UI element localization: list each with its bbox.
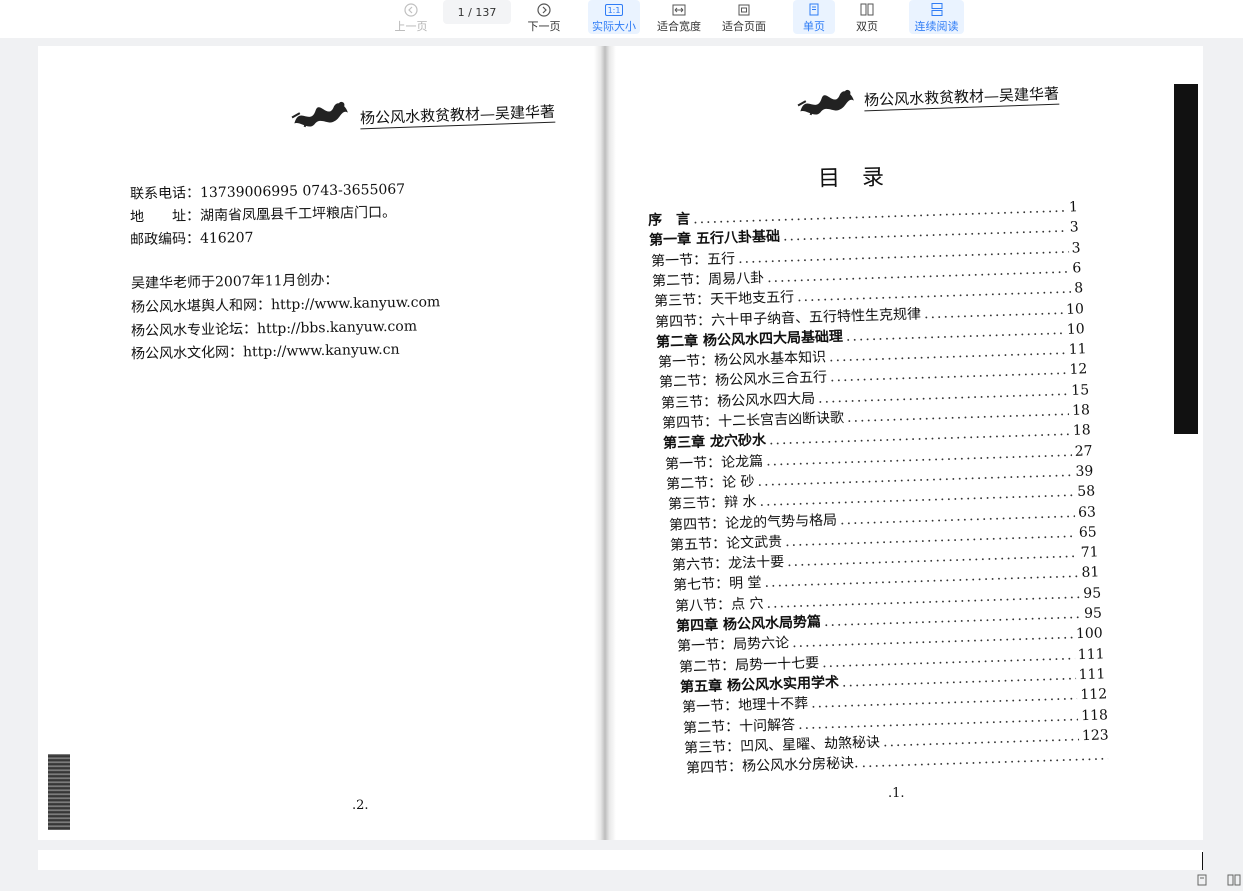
- toc-entry-page: 12: [1069, 361, 1088, 379]
- toc-entry-page: 100: [1076, 625, 1104, 643]
- contact-line: 邮政编码：416207: [129, 229, 254, 249]
- single-page-view-toggle[interactable]: [1195, 873, 1209, 887]
- fit-width-button[interactable]: 适合宽度: [654, 0, 704, 34]
- dragon-logo-icon: [289, 94, 353, 137]
- single-page-label: 单页: [803, 20, 825, 33]
- toc-entry-label: 第七节：明 堂: [673, 575, 762, 595]
- toc-entry-page: 39: [1075, 463, 1094, 480]
- toc-entry-label: 第二节：论 砂: [666, 473, 755, 493]
- actual-size-label: 实际大小: [592, 20, 636, 33]
- double-page-label: 双页: [856, 20, 878, 33]
- prev-page-button[interactable]: 上一页: [392, 0, 430, 34]
- right-page-number: .1.: [888, 786, 905, 801]
- toc-entry-page: 123: [1082, 727, 1110, 744]
- actual-size-button[interactable]: 1:1 实际大小: [588, 0, 640, 34]
- toc-entry-page: 63: [1077, 503, 1097, 521]
- dragon-logo-icon: [795, 82, 859, 125]
- next-page-button[interactable]: 下一页: [525, 0, 563, 34]
- viewer-toolbar: 上一页 1 / 137 下一页 1:1 实际大小 适合宽度 适合页面 单页 双页…: [0, 0, 1243, 38]
- single-page-icon: [1197, 874, 1207, 886]
- single-page-button[interactable]: 单页: [793, 0, 835, 34]
- toc-entry-label: 第二节：十问解答: [682, 716, 796, 737]
- toc-entry-page: 118: [1080, 706, 1109, 724]
- actual-size-icon-text: 1:1: [607, 5, 621, 15]
- info-line: 吴建华老师于2007年11月创办：: [130, 272, 339, 292]
- continuous-reading-button[interactable]: 连续阅读: [909, 0, 964, 34]
- continuous-reading-icon: [929, 3, 945, 16]
- toc-entry-page: 15: [1070, 381, 1089, 399]
- left-page-number: .2.: [352, 798, 369, 813]
- chevron-left-circle-icon: [403, 2, 419, 17]
- double-page-icon: [859, 3, 875, 16]
- toc-entry-page: 65: [1079, 524, 1098, 541]
- toc-entry-page: 27: [1074, 442, 1093, 460]
- toc-entry-page: 58: [1076, 483, 1095, 501]
- toc-entry-label: 第一节：五行: [650, 250, 736, 270]
- double-page-view-toggle[interactable]: [1227, 873, 1241, 887]
- scan-corner-noise: [48, 754, 70, 830]
- toc-title: 目 录: [817, 165, 885, 192]
- fit-width-label: 适合宽度: [657, 20, 701, 33]
- toc-entry-label: 序 言: [647, 211, 691, 229]
- double-page-button[interactable]: 双页: [846, 0, 888, 34]
- next-spread-preview: [38, 850, 1203, 872]
- toc-entry-page: 10: [1067, 321, 1086, 338]
- toc-entry-page: 6: [1072, 260, 1082, 277]
- toc-entry-label: 第八节：点 穴: [674, 595, 764, 615]
- toc-entry-page: 71: [1080, 544, 1099, 561]
- toc-entry-page: 95: [1083, 605, 1103, 622]
- toc-entry-page: 81: [1081, 564, 1100, 582]
- fit-width-icon: [671, 3, 687, 16]
- toc-entry-page: 1: [1068, 199, 1079, 216]
- fit-page-button[interactable]: 适合页面: [719, 0, 769, 34]
- toc-entry-page: 18: [1073, 422, 1092, 440]
- toc-entry-label: 第一节：地理十不葬: [681, 695, 808, 716]
- next-page-label: 下一页: [527, 20, 561, 33]
- toc-entry-page: 18: [1071, 402, 1091, 419]
- toc-entry-page: 95: [1082, 584, 1101, 602]
- scan-edge-shadow: [1174, 84, 1198, 434]
- toc-entry-label: 第三章 龙穴砂水: [663, 432, 767, 453]
- toc-entry-page: 111: [1078, 666, 1106, 684]
- toc-entry-page: 3: [1071, 239, 1081, 257]
- book-spine-shadow: [594, 46, 616, 840]
- prev-page-label: 上一页: [394, 20, 428, 33]
- fit-page-label: 适合页面: [722, 20, 766, 33]
- double-page-icon: [1227, 874, 1241, 886]
- toc-entry-page: 11: [1068, 341, 1087, 358]
- actual-size-icon: 1:1: [605, 4, 623, 16]
- toc-entry-page: 111: [1077, 645, 1105, 663]
- single-page-icon: [806, 3, 822, 16]
- toc-entry-page: 8: [1073, 280, 1083, 297]
- toc-entry-label: 第三节：辩 水: [667, 494, 757, 513]
- scan-edge-line: [1202, 852, 1203, 870]
- toc-entry-label: 第一节：论龙篇: [664, 453, 764, 473]
- page-indicator[interactable]: 1 / 137: [443, 0, 511, 24]
- chevron-right-circle-icon: [536, 2, 552, 17]
- status-bar: [0, 870, 1243, 891]
- toc-entry-page: 3: [1069, 219, 1080, 236]
- toc-entry-label: 第一节：局势六论: [677, 635, 790, 655]
- continuous-reading-label: 连续阅读: [914, 20, 959, 33]
- toc-entry-page: 10: [1065, 300, 1085, 318]
- toc-entry-page: 112: [1079, 686, 1107, 704]
- page-indicator-text: 1 / 137: [457, 5, 497, 19]
- fit-page-icon: [736, 3, 752, 16]
